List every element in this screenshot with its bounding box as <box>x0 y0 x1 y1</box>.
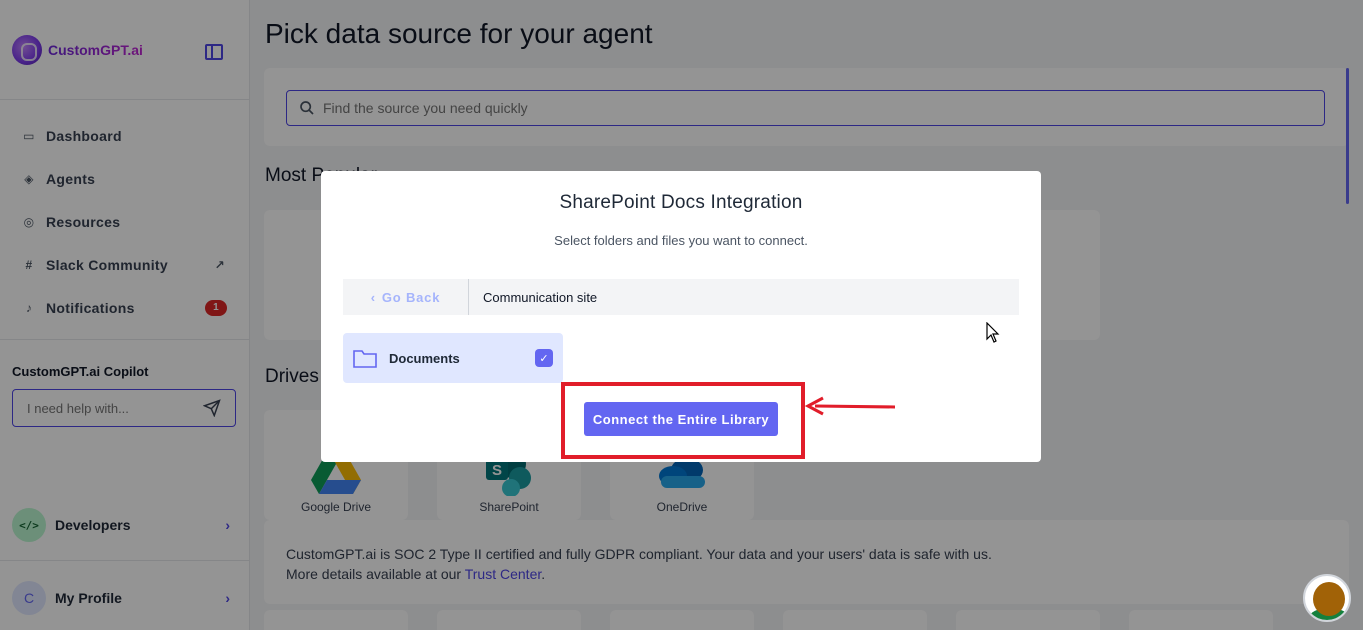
highlight-annotation <box>561 382 805 459</box>
modal-subtitle: Select folders and files you want to con… <box>554 233 808 248</box>
go-back-label: Go Back <box>381 289 441 305</box>
mouse-cursor-icon <box>986 322 1000 343</box>
folder-name: Documents <box>389 350 460 366</box>
go-back-button[interactable]: ‹ Go Back <box>343 279 469 315</box>
breadcrumb-current: Communication site <box>483 289 598 305</box>
support-chat-avatar[interactable] <box>1303 574 1351 622</box>
folder-item-documents[interactable]: Documents ✓ <box>343 333 563 383</box>
breadcrumb: ‹ Go Back Communication site <box>343 279 1019 315</box>
chevron-left-icon: ‹ <box>370 289 376 305</box>
modal-title: SharePoint Docs Integration <box>559 192 803 213</box>
folder-icon <box>353 350 377 368</box>
arrow-annotation-icon <box>805 396 896 416</box>
checkbox-checked-icon[interactable]: ✓ <box>535 349 553 367</box>
avatar-face <box>1313 582 1345 616</box>
